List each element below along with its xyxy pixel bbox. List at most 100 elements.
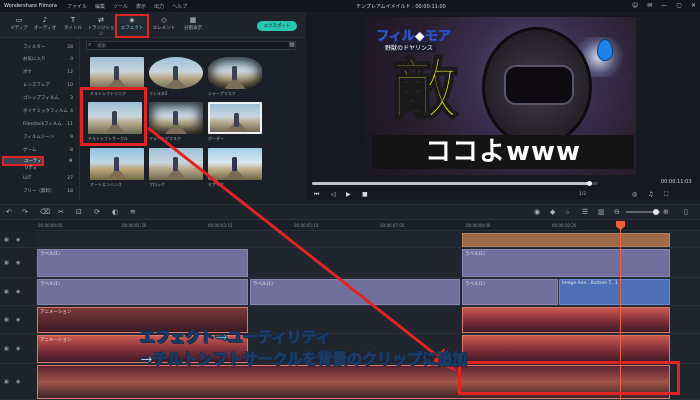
volume-icon[interactable]: ♫: [648, 191, 653, 198]
timeline-clip[interactable]: [462, 307, 670, 333]
sidebar-item-lut[interactable]: LUT 27: [3, 174, 77, 184]
track-visibility-icon[interactable]: ◉: [16, 289, 20, 295]
sidebar-item-label: フィルター: [23, 45, 46, 50]
sidebar-item-dynamic[interactable]: ダイナミックフィルム 4: [3, 107, 77, 117]
maximize-icon[interactable]: ▢: [676, 2, 682, 9]
tab-elements[interactable]: ◇ エレメント: [149, 16, 179, 36]
panel-icon[interactable]: ▯: [684, 208, 688, 216]
fullscreen-icon[interactable]: ⛶: [664, 191, 668, 199]
zoom-in-icon[interactable]: ⊕: [663, 208, 669, 216]
export-button[interactable]: エクスポート: [257, 21, 297, 31]
timeline-clip[interactable]: ラベル(1): [37, 279, 248, 305]
search-icon: ⌕: [88, 41, 92, 48]
delete-icon[interactable]: ⌫: [40, 208, 50, 216]
quality-ratio[interactable]: 1/2: [579, 192, 586, 197]
prev-frame-icon[interactable]: ⏮: [314, 191, 319, 199]
effect-thumb-border[interactable]: ボーダー: [208, 102, 262, 143]
effect-thumb-autoenhance[interactable]: オートエンハンス: [90, 148, 144, 189]
menu-edit[interactable]: 編集: [95, 3, 105, 10]
sidebar-item-favorites[interactable]: お気に入り 0: [3, 55, 77, 65]
person-shape: [232, 157, 237, 171]
tab-label: オーディオ: [33, 26, 57, 31]
track-visibility-icon[interactable]: ◉: [16, 346, 20, 352]
snapshot-icon[interactable]: ◎: [632, 191, 637, 198]
sidebar-item-lensflare[interactable]: レンズフレア 10: [3, 81, 77, 91]
timeline-clip[interactable]: ラベル(1): [462, 279, 558, 305]
effect-thumb-foliage-mask[interactable]: フォーリゲマスク: [149, 102, 203, 143]
effect-thumb-filter2[interactable]: フィルタ2: [149, 57, 203, 98]
preview-video[interactable]: フィル◆モア 野獣のドヤリンス 敵 ココよwww: [364, 17, 636, 175]
minimize-icon[interactable]: —: [661, 2, 667, 9]
zoom-out-icon[interactable]: ⊖: [614, 208, 620, 216]
cut-icon[interactable]: ✂: [58, 208, 64, 216]
sidebar-item-free[interactable]: フリー（無料） 18: [3, 187, 77, 197]
render-icon[interactable]: ◉: [534, 208, 540, 216]
track-lock-icon[interactable]: ▣: [4, 317, 9, 323]
grid-view-icon[interactable]: ▦: [289, 41, 295, 48]
track-visibility-icon[interactable]: ◉: [16, 379, 20, 385]
timeline-clip[interactable]: Image Ann...Bottom T...1: [559, 279, 670, 305]
menu-export[interactable]: 出力: [154, 3, 164, 10]
effect-thumb-block[interactable]: ブロック: [149, 148, 203, 189]
undo-icon[interactable]: ↶: [6, 208, 12, 216]
tab-split[interactable]: ▦ 分割表示: [178, 16, 208, 36]
track-lock-icon[interactable]: ▣: [4, 289, 9, 295]
sidebar-item-count: 12: [67, 70, 73, 75]
tab-transition[interactable]: ⇄ トランジション: [86, 16, 116, 37]
split-screen-icon[interactable]: ▥: [598, 208, 605, 216]
redo-icon[interactable]: ↷: [22, 208, 28, 216]
sidebar-item-gossip[interactable]: ゴシップフィルム 3: [3, 94, 77, 104]
search-input[interactable]: [86, 41, 296, 50]
timeline-clip[interactable]: ラベル(1): [37, 249, 248, 277]
tab-effects[interactable]: ◈ エフェクト: [115, 14, 149, 38]
mixer-icon[interactable]: ☰: [582, 208, 588, 216]
sidebar-item-filmscene[interactable]: フィルムシーン 9: [3, 133, 77, 143]
track-visibility-icon[interactable]: ◉: [16, 260, 20, 266]
menu-tools[interactable]: ツール: [113, 3, 128, 10]
user-icon[interactable]: ☺: [632, 2, 638, 9]
track-visibility-icon[interactable]: ◉: [16, 317, 20, 323]
track-visibility-icon[interactable]: ◉: [16, 237, 20, 243]
zoom-slider-knob[interactable]: [653, 209, 659, 215]
step-back-icon[interactable]: ◁: [331, 191, 336, 198]
color-icon[interactable]: ◐: [112, 208, 118, 216]
sidebar-item-bokeh[interactable]: ボケ 12: [3, 68, 77, 78]
tab-title[interactable]: T タイトル: [58, 16, 88, 36]
track-lock-icon[interactable]: ▣: [4, 346, 9, 352]
marker-icon[interactable]: ◆: [550, 208, 555, 216]
effect-thumb-mosaic[interactable]: モザイク: [208, 148, 262, 189]
menu-view[interactable]: 表示: [136, 3, 146, 10]
timeline-clip[interactable]: [462, 233, 670, 247]
sidebar-item-filter[interactable]: フィルター 28: [3, 43, 77, 53]
crop-icon[interactable]: ⊡: [76, 208, 82, 216]
sidebar-item-filmstock[interactable]: Filmstockフィルム 11: [3, 120, 77, 130]
tab-label: メディア: [10, 26, 28, 31]
menu-help[interactable]: ヘルプ: [172, 3, 187, 10]
window-controls: ☺ ✉ — ▢ ✕: [632, 2, 696, 9]
menu-file[interactable]: ファイル: [67, 3, 87, 10]
sidebar-item-game[interactable]: ゲーム 8: [3, 146, 77, 156]
speed-icon[interactable]: ⟳: [94, 208, 100, 216]
track-lock-icon[interactable]: ▣: [4, 237, 9, 243]
tab-label: エフェクト: [120, 26, 144, 31]
stop-icon[interactable]: ■: [362, 191, 368, 198]
timeline-clip[interactable]: [462, 335, 670, 363]
mic-icon[interactable]: ♭: [566, 208, 569, 216]
audio-adjust-icon[interactable]: ≋: [130, 208, 136, 216]
effect-thumb-sharpmask[interactable]: シャープマスク: [208, 57, 262, 98]
preview-scrubber[interactable]: [312, 182, 598, 185]
preview-timecode: 00:00:11:03: [661, 179, 692, 185]
caption-line-1: エフェクト→ユーティリティ: [139, 328, 331, 347]
track-lock-icon[interactable]: ▣: [4, 260, 9, 266]
close-icon[interactable]: ✕: [691, 2, 696, 9]
track-lock-icon[interactable]: ▣: [4, 379, 9, 385]
timeline-clip[interactable]: ラベル(1): [250, 279, 460, 305]
timeline-clip[interactable]: ラベル(1): [462, 249, 670, 277]
effect-highlight-box: [80, 87, 147, 146]
tab-audio[interactable]: ♪ オーディオ: [30, 16, 60, 36]
play-icon[interactable]: ▶: [346, 191, 351, 198]
notification-icon[interactable]: ✉: [647, 2, 652, 9]
person-shape: [232, 66, 237, 80]
timeline-ruler[interactable]: 00:00:00:00 00:00:01:20 00:00:03:15 00:0…: [36, 221, 700, 231]
sidebar-item-utility[interactable]: ユーティリティ 9: [2, 156, 72, 171]
